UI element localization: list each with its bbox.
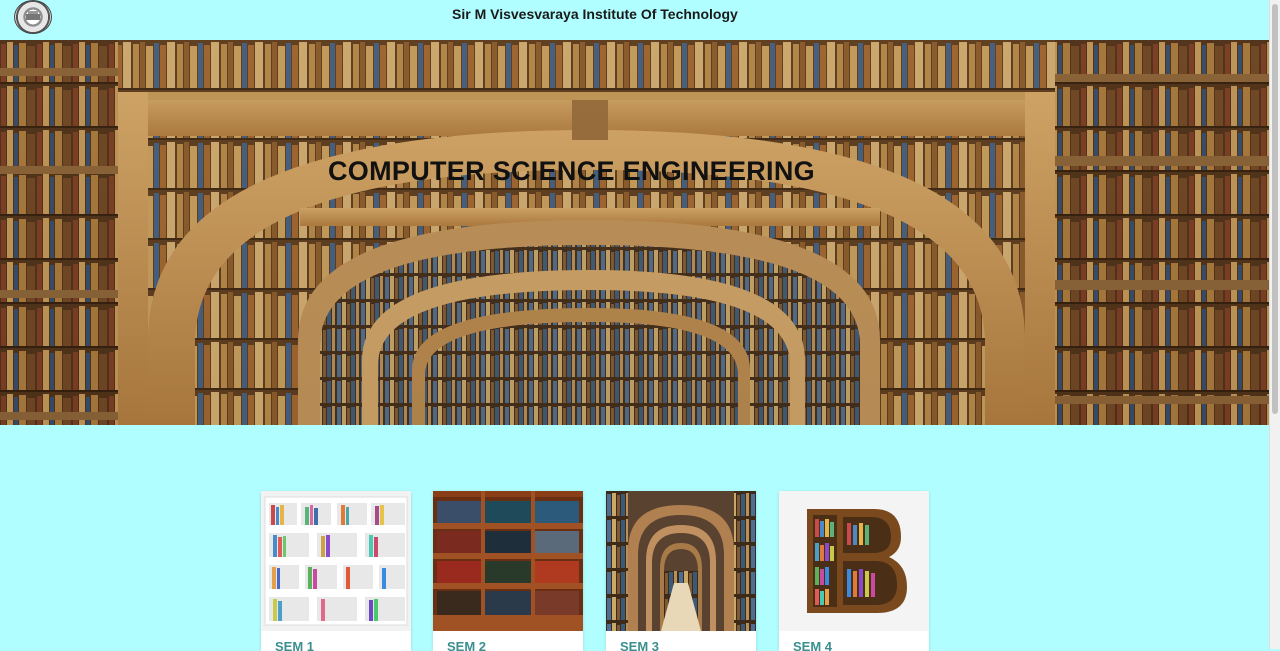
card-sem-3[interactable]: SEM 3 — [606, 491, 756, 651]
hero-banner: COMPUTER SCIENCE ENGINEERING — [0, 40, 1272, 425]
card-label[interactable]: SEM 1 — [275, 639, 314, 651]
site-title: Sir M Visvesvaraya Institute Of Technolo… — [452, 6, 738, 22]
scrollbar-thumb[interactable] — [1272, 4, 1278, 414]
hero-title: COMPUTER SCIENCE ENGINEERING — [328, 156, 815, 186]
white-bookshelf-image — [261, 491, 411, 631]
card-sem-1[interactable]: SEM 1 — [261, 491, 411, 651]
library-corridor-image — [606, 491, 756, 631]
letter-b-bookshelf-image — [779, 491, 929, 631]
card-label[interactable]: SEM 2 — [447, 639, 486, 651]
wooden-bookshelf-image — [433, 491, 583, 631]
page-scrollbar[interactable] — [1269, 0, 1280, 649]
card-sem-4[interactable]: SEM 4 — [779, 491, 929, 651]
card-label[interactable]: SEM 4 — [793, 639, 832, 651]
header-bar: Sir M Visvesvaraya Institute Of Technolo… — [0, 0, 1270, 40]
institute-logo-icon[interactable] — [14, 0, 52, 34]
card-label[interactable]: SEM 3 — [620, 639, 659, 651]
library-arches-image — [0, 40, 1272, 425]
card-sem-2[interactable]: SEM 2 — [433, 491, 583, 651]
